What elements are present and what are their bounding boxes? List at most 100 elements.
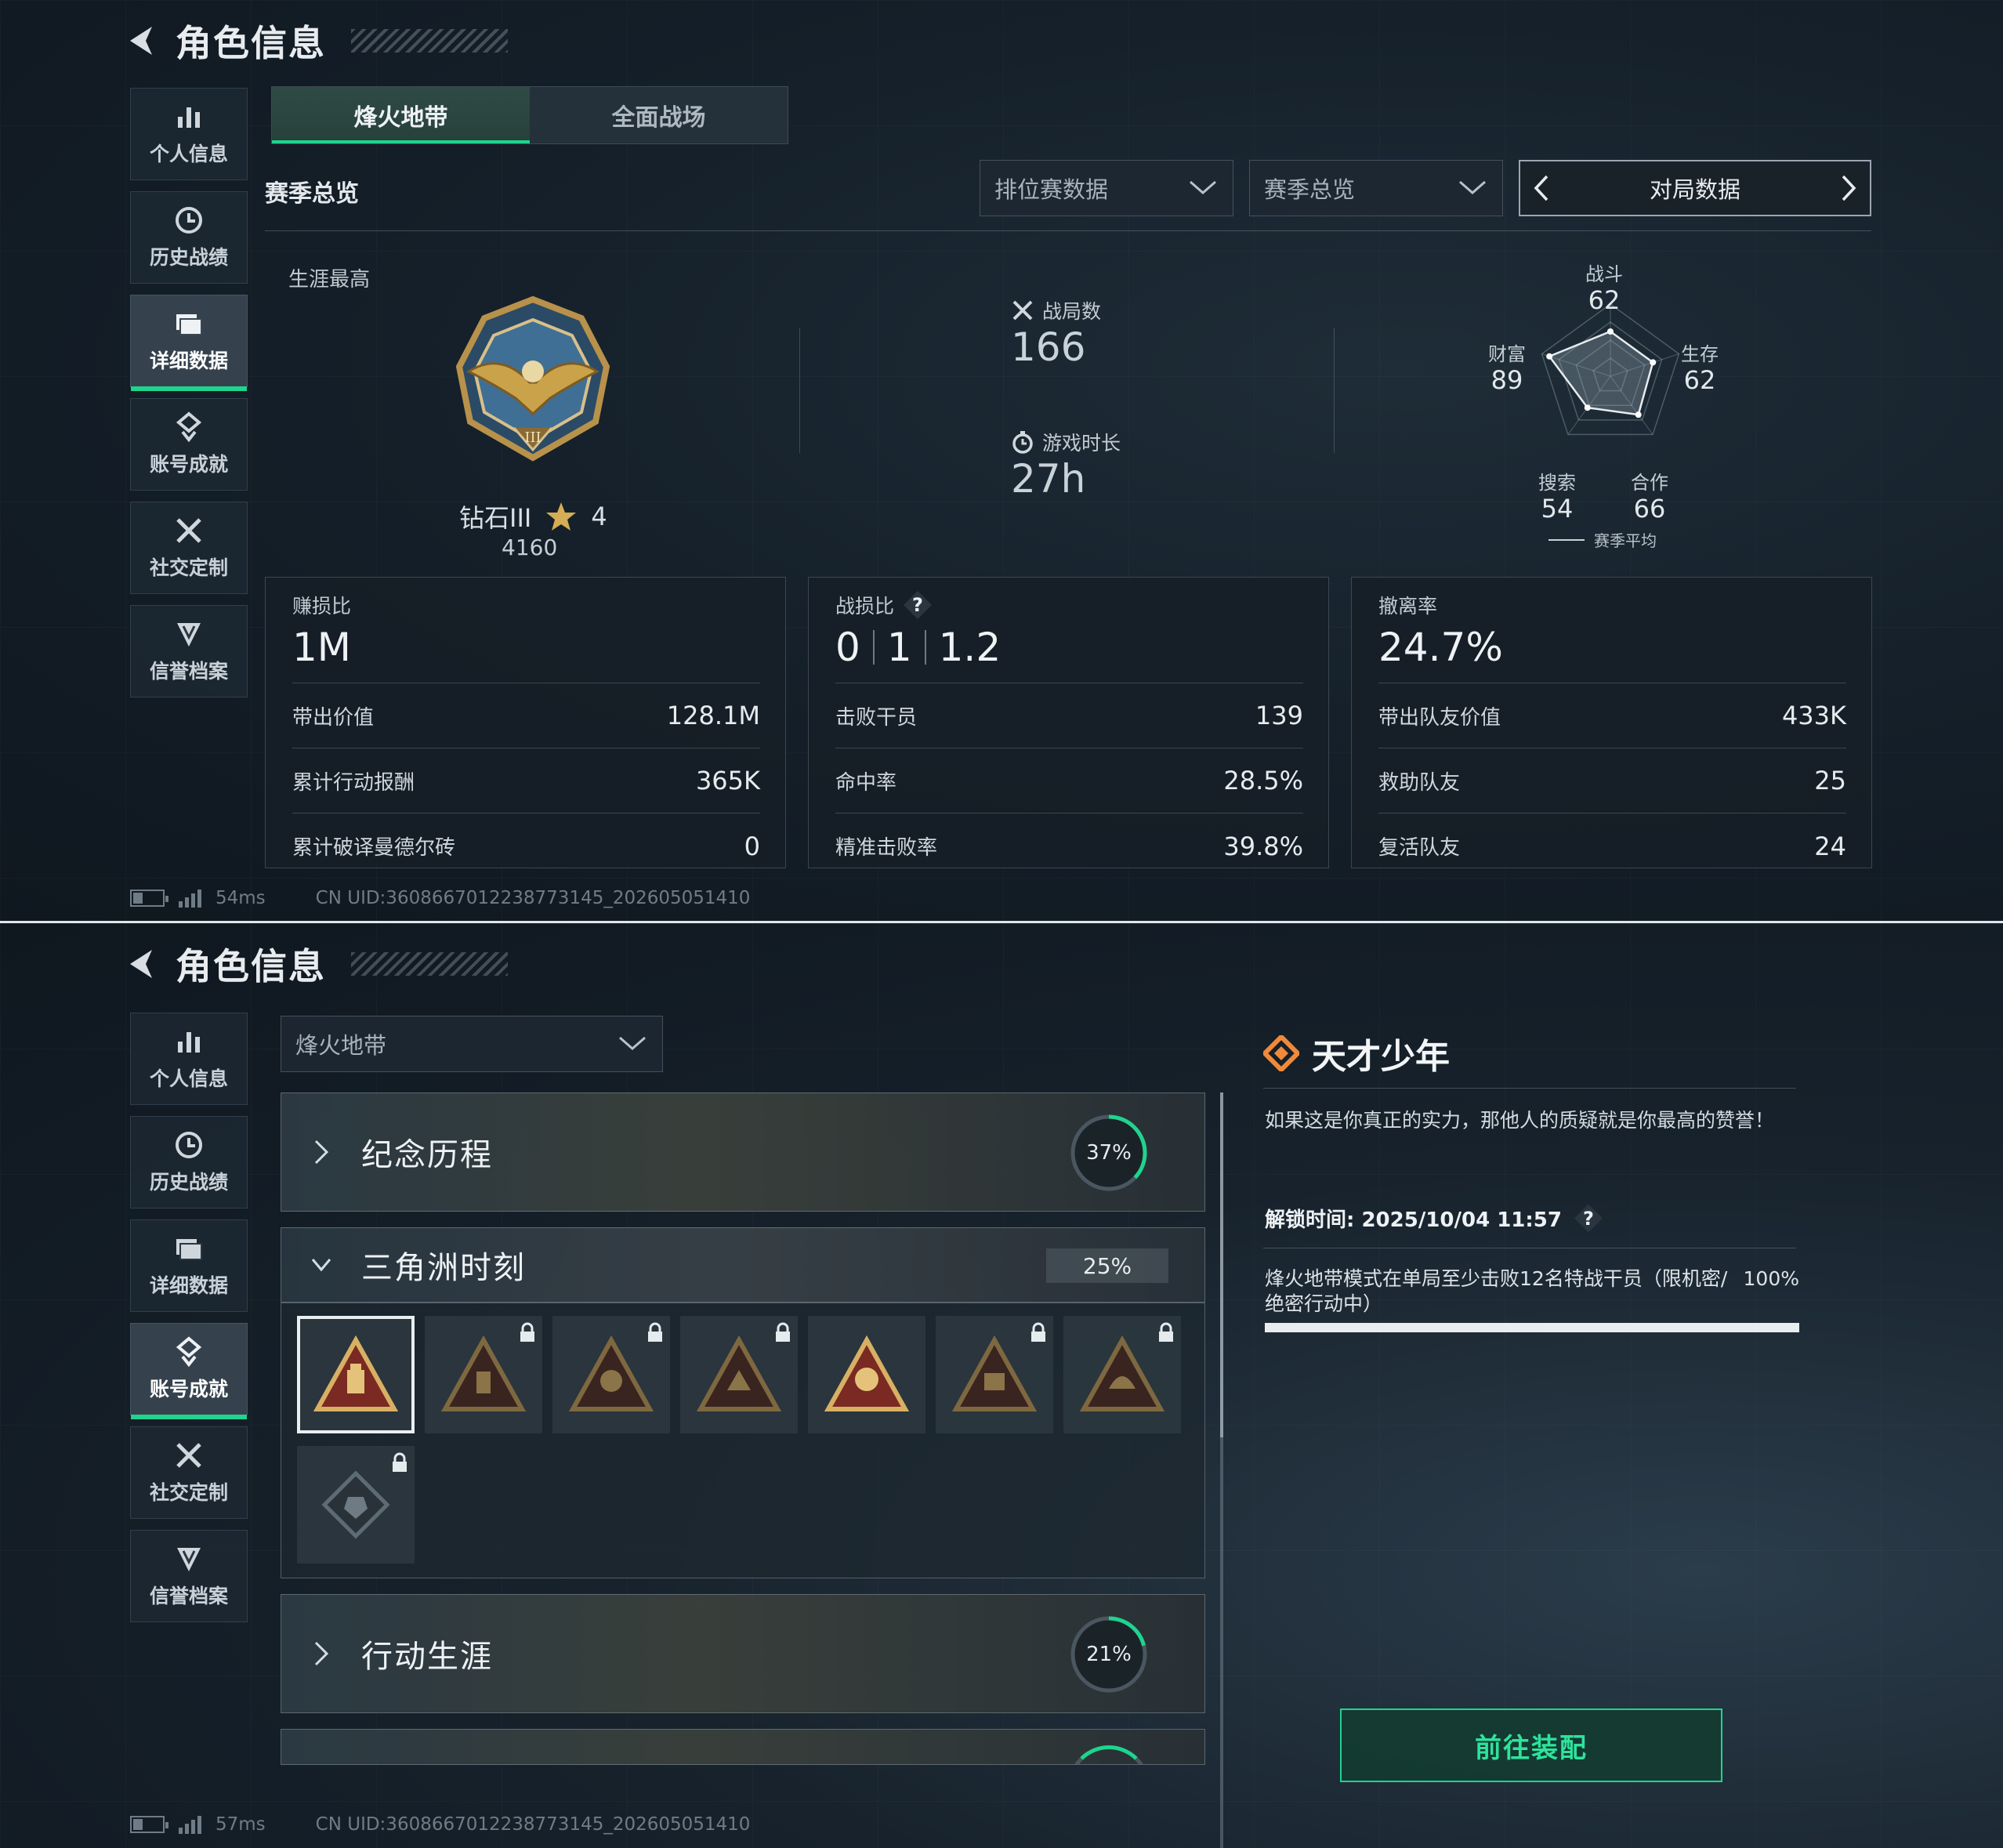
category-partially-visible[interactable] (281, 1729, 1205, 1765)
achievements-screen: 角色信息 个人信息 历史战绩 详细数据 账号成就 社交定制 信誉档案 烽火地带 (0, 923, 2003, 1848)
chevron-right-icon[interactable] (1838, 174, 1859, 202)
sidebar-item-social[interactable]: 社交定制 (130, 502, 248, 594)
mode-tabs: 烽火地带 全面战场 (271, 86, 788, 144)
tab-warzone[interactable]: 烽火地带 (272, 87, 530, 143)
status-footer: 54ms CN UID:3608667012238773145_20260505… (130, 882, 750, 914)
sidebar: 个人信息 历史战绩 详细数据 账号成就 社交定制 信誉档案 (130, 88, 248, 708)
sidebar-item-personal-info[interactable]: 个人信息 (130, 1013, 248, 1105)
achievement-description: 如果这是你真正的实力，那他人的质疑就是你最高的赞誉！ (1265, 1109, 1775, 1132)
extraction-rate-card: 撤离率 24.7% 带出队友价值 433K 救助队友 25 复活队友 24 (1351, 577, 1872, 868)
badge-item[interactable] (297, 1446, 415, 1564)
battery-icon (130, 890, 168, 907)
chevron-down-icon (311, 1259, 331, 1272)
back-arrow-icon[interactable] (125, 947, 157, 981)
crossed-tools-icon (176, 518, 201, 543)
list-scrollbar[interactable] (1220, 1092, 1223, 1848)
sidebar-item-label: 信誉档案 (149, 660, 228, 683)
category-operation-career[interactable]: 行动生涯 21% (281, 1594, 1205, 1713)
radar-label-search: 搜索 (1538, 472, 1576, 494)
ranked-data-dropdown[interactable]: 排位赛数据 (980, 160, 1233, 216)
back-arrow-icon[interactable] (125, 24, 157, 58)
tab-full-battlefield[interactable]: 全面战场 (530, 87, 788, 143)
sidebar-item-achievements[interactable]: 账号成就 (130, 1323, 248, 1419)
row-value: 433K (1781, 701, 1846, 730)
chevron-right-icon (314, 1641, 329, 1666)
row-label: 命中率 (835, 770, 897, 795)
sidebar-item-history[interactable]: 历史战绩 (130, 1116, 248, 1208)
row-value: 365K (695, 766, 760, 795)
radar-point (1650, 359, 1657, 366)
badge-item[interactable] (297, 1316, 415, 1433)
kd-separator (924, 630, 926, 665)
sidebar-item-label: 信誉档案 (149, 1585, 228, 1607)
matches-label: 战局数 (1042, 300, 1102, 323)
header-divider (265, 230, 1871, 231)
help-icon[interactable]: ? (904, 591, 933, 619)
detail-divider (1263, 1088, 1796, 1089)
vertical-divider (799, 328, 800, 453)
radar-label-combat: 战斗 (1585, 263, 1623, 285)
category-name: 行动生涯 (361, 1639, 493, 1675)
rank-name-row: 钻石III 4 (459, 498, 607, 534)
battery-icon (130, 1816, 168, 1833)
unlock-time-row: 解锁时间: 2025/10/04 11:57 ? (1265, 1204, 1603, 1233)
sidebar-item-label: 个人信息 (149, 1067, 228, 1090)
uid-text: CN UID:3608667012238773145_202605051410 (315, 1814, 751, 1835)
help-icon[interactable]: ? (1574, 1204, 1603, 1233)
sidebar-item-label: 个人信息 (149, 143, 228, 165)
sidebar-item-detailed-data[interactable]: 详细数据 (130, 1219, 248, 1312)
sidebar-item-detailed-data[interactable]: 详细数据 (130, 295, 248, 391)
stat-row: 命中率 28.5% (835, 748, 1303, 813)
clock-icon (176, 1132, 202, 1158)
sidebar-item-label: 详细数据 (149, 1274, 228, 1297)
matches-value: 166 (1011, 324, 1086, 370)
season-overview-dropdown[interactable]: 赛季总览 (1249, 160, 1503, 216)
sidebar: 个人信息 历史战绩 详细数据 账号成就 社交定制 信誉档案 (130, 1013, 248, 1633)
radar-legend-label: 赛季平均 (1594, 531, 1657, 550)
sidebar-item-personal-info[interactable]: 个人信息 (130, 88, 248, 180)
sidebar-item-history[interactable]: 历史战绩 (130, 191, 248, 284)
kd-value-3: 1.2 (938, 625, 1002, 670)
mode-dropdown[interactable]: 烽火地带 (281, 1016, 663, 1072)
progress-ring: 21% (1068, 1614, 1150, 1695)
legend-line (1548, 538, 1585, 541)
sidebar-item-label: 历史战绩 (149, 246, 228, 269)
folder-icon (176, 314, 202, 335)
radar-value-search: 54 (1541, 494, 1574, 524)
category-name: 纪念历程 (361, 1137, 493, 1173)
badge-item[interactable] (425, 1316, 542, 1433)
badge-item[interactable] (552, 1316, 670, 1433)
playtime-stat: 游戏时长 27h (1011, 428, 1121, 502)
category-commemorative-journey[interactable]: 纪念历程 37% (281, 1092, 1205, 1212)
kd-value-1: 0 (835, 625, 860, 670)
condition-progress-bar (1265, 1323, 1799, 1332)
chevron-left-icon[interactable] (1531, 174, 1552, 202)
badge-item[interactable] (936, 1316, 1053, 1433)
triangle-badge-icon (313, 1335, 399, 1411)
triangle-badge-icon (1079, 1335, 1165, 1411)
category-delta-moments[interactable]: 三角洲时刻 25% (281, 1227, 1205, 1303)
sidebar-item-social[interactable]: 社交定制 (130, 1426, 248, 1519)
scrollbar-thumb[interactable] (1220, 1092, 1223, 1437)
radar-value-polygon (1548, 330, 1654, 416)
card-value: 24.7% (1378, 625, 1503, 670)
row-label: 带出价值 (292, 705, 375, 730)
go-equip-button[interactable]: 前往装配 (1340, 1708, 1722, 1782)
chevron-down-icon (1190, 180, 1216, 194)
radar-point (1584, 404, 1591, 411)
shield-icon (177, 1548, 201, 1571)
sidebar-item-reputation[interactable]: 信誉档案 (130, 605, 248, 698)
radar-value-wealth: 89 (1490, 365, 1523, 395)
dropdown-value: 赛季总览 (1264, 176, 1356, 203)
matches-stat: 战局数 166 (1011, 296, 1101, 370)
row-label: 击败干员 (835, 705, 918, 730)
row-value: 25 (1814, 766, 1846, 795)
badge-item[interactable] (680, 1316, 798, 1433)
sidebar-item-achievements[interactable]: 账号成就 (130, 398, 248, 491)
sidebar-item-reputation[interactable]: 信誉档案 (130, 1530, 248, 1622)
card-label: 战损比 (835, 595, 895, 618)
badge-item[interactable] (808, 1316, 925, 1433)
crossed-tools-icon (176, 1443, 201, 1468)
badge-item[interactable] (1063, 1316, 1181, 1433)
star-icon (546, 502, 577, 531)
